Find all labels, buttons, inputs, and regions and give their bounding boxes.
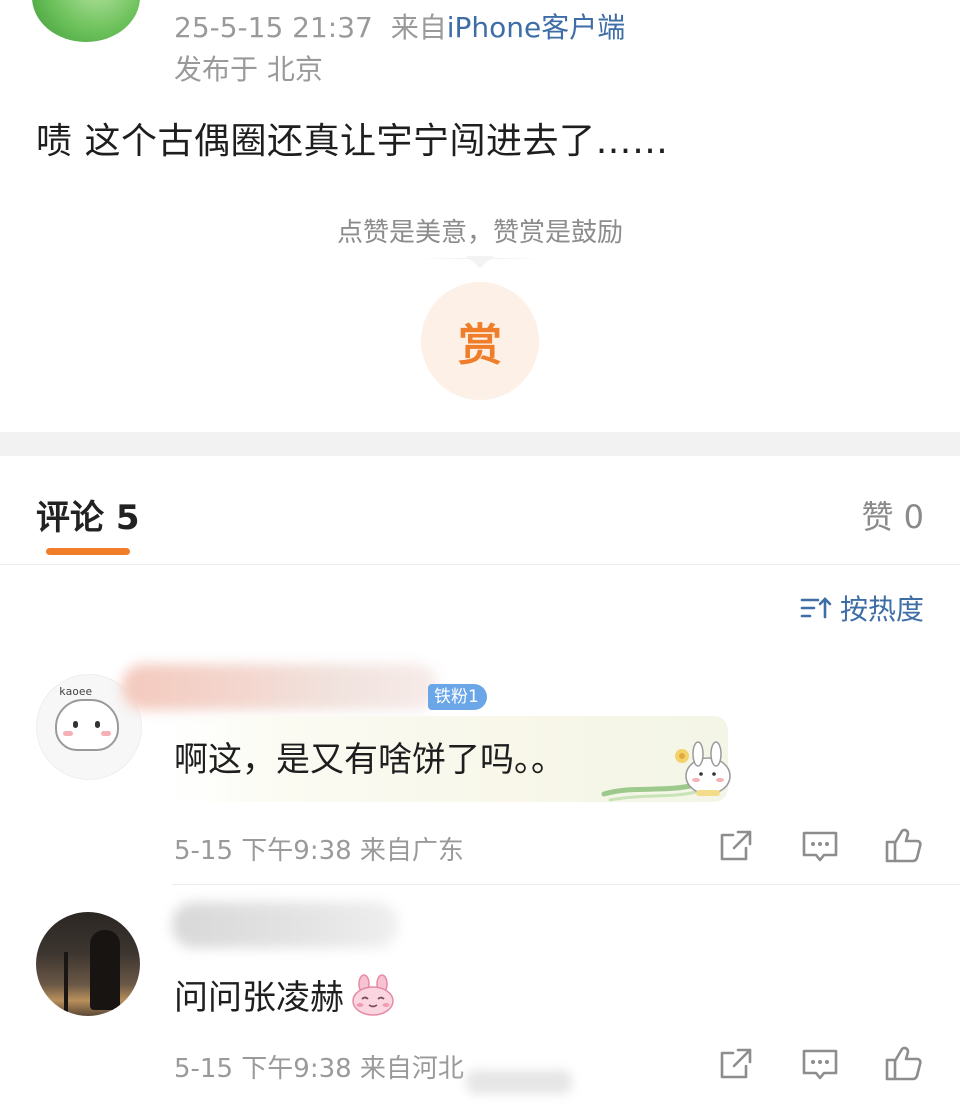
- comment-text: 啊这，是又有啥饼了吗。。: [174, 740, 565, 780]
- bunny-smile-emoji: [352, 973, 394, 1016]
- tab-active-indicator: [46, 548, 130, 555]
- share-button[interactable]: [716, 826, 756, 866]
- reward-caret: [466, 256, 494, 268]
- reward-hint: 点赞是美意，赞赏是鼓励: [336, 218, 623, 248]
- reply-button[interactable]: [800, 826, 840, 866]
- post-source-link[interactable]: iPhone客户端: [447, 11, 626, 44]
- post-location: 发布于 北京: [174, 53, 323, 86]
- comment-icon: [802, 831, 838, 862]
- avatar-doodle-text: kaoee: [59, 685, 93, 698]
- tab-likes[interactable]: 赞 0: [861, 492, 924, 538]
- comment-avatar[interactable]: [36, 912, 140, 1016]
- watermark-redacted: [466, 1070, 572, 1094]
- comment-username-redacted[interactable]: [172, 902, 398, 948]
- section-divider: [0, 432, 960, 456]
- comment-text-row: 问问张凌赫: [174, 970, 396, 1019]
- comment-divider: [172, 884, 960, 885]
- avatar-photo-detail: [64, 952, 68, 1012]
- comment-meta: 5-15 下午9:38 来自广东: [174, 836, 464, 866]
- share-icon: [720, 830, 752, 861]
- post-timestamp: 25-5-15 21:37: [174, 11, 373, 44]
- post-source-prefix: 来自: [390, 11, 447, 44]
- post-body-text: 啧 这个古偶圈还真让宇宁闯进去了……: [36, 121, 669, 162]
- post-author-avatar[interactable]: [32, 0, 140, 42]
- comment-meta: 5-15 下午9:38 来自河北: [174, 1054, 464, 1084]
- reply-button[interactable]: [800, 1044, 840, 1084]
- thumbs-up-icon: [885, 828, 922, 863]
- sort-button[interactable]: 按热度: [800, 588, 924, 628]
- share-button[interactable]: [716, 1044, 756, 1084]
- comment-icon: [802, 1049, 838, 1080]
- tab-divider: [0, 564, 960, 565]
- avatar-photo-figure: [90, 930, 120, 1010]
- like-button[interactable]: [884, 826, 924, 866]
- comment-text: 问问张凌赫: [174, 978, 344, 1018]
- post-meta: 25-5-15 21:37 来自iPhone客户端: [174, 6, 625, 46]
- fan-badge: 铁粉1: [428, 684, 487, 710]
- comment-username-redacted[interactable]: [122, 664, 438, 710]
- bunny-face-icon: [55, 699, 119, 751]
- bunny-sticker-icon: [601, 741, 731, 802]
- reward-button[interactable]: 赏: [421, 282, 539, 400]
- thumbs-up-icon: [885, 1046, 922, 1081]
- share-icon: [720, 1048, 752, 1079]
- like-button[interactable]: [884, 1044, 924, 1084]
- sort-icon: [800, 597, 832, 619]
- sort-label: 按热度: [839, 593, 924, 626]
- tab-comments[interactable]: 评论 5: [36, 490, 140, 539]
- reward-button-label: 赏: [458, 320, 502, 371]
